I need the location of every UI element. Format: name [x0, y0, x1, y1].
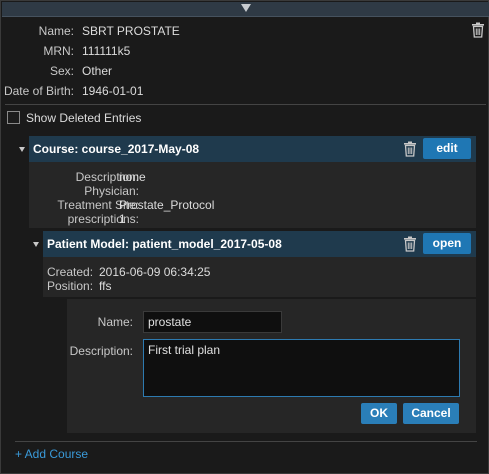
- triangle-down-icon[interactable]: [33, 242, 39, 247]
- patient-dob-label: Date of Birth:: [3, 84, 74, 98]
- patient-sex-value: Other: [82, 64, 113, 78]
- trash-icon[interactable]: [403, 236, 417, 252]
- plan-description-label: Description:: [69, 344, 133, 358]
- patient-dob-value: 1946-01-01: [82, 84, 144, 98]
- patient-model-position-label: Position:: [47, 279, 94, 293]
- course-header[interactable]: Course: course_2017-May-08 edit: [29, 136, 476, 162]
- patient-model-header[interactable]: Patient Model: patient_model_2017-05-08 …: [43, 231, 476, 257]
- show-deleted-label[interactable]: Show Deleted Entries: [26, 110, 141, 126]
- course-title: Course: course_2017-May-08: [33, 142, 200, 156]
- cancel-button[interactable]: Cancel: [403, 403, 459, 424]
- patient-model-details: Created: 2016-06-09 06:34:25 Position: f…: [43, 257, 476, 297]
- ok-button[interactable]: OK: [361, 403, 397, 424]
- plan-name-input[interactable]: prostate: [143, 311, 282, 333]
- patient-mrn-label: MRN:: [43, 44, 74, 58]
- patient-mrn-row: MRN: 111111k5: [1, 43, 489, 59]
- course-details: Description: none Physician: Treatment S…: [29, 162, 476, 228]
- trash-icon[interactable]: [471, 22, 485, 38]
- patient-name-label: Name:: [38, 24, 74, 38]
- patient-name-row: Name: SBRT PROSTATE: [1, 23, 489, 39]
- patient-sex-row: Sex: Other: [1, 63, 489, 79]
- patient-name-value: SBRT PROSTATE: [82, 24, 180, 38]
- add-course-link[interactable]: + Add Course: [15, 447, 88, 461]
- patient-panel: Name: SBRT PROSTATE MRN: 111111k5 Sex: O…: [0, 0, 489, 474]
- trash-icon[interactable]: [403, 141, 417, 157]
- course-prescriptions-label: prescriptions:: [67, 212, 139, 226]
- plan-description-textarea[interactable]: First trial plan: [143, 339, 460, 397]
- course-physician-label: Physician:: [84, 184, 139, 198]
- patient-model-created-label: Created:: [47, 265, 94, 279]
- plan-name-label: Name:: [97, 315, 133, 329]
- patient-model-created-value: 2016-06-09 06:34:25: [99, 265, 211, 279]
- course-site-value: Prostate_Protocol: [119, 198, 215, 212]
- patient-dob-row: Date of Birth: 1946-01-01: [1, 83, 489, 99]
- divider: [5, 104, 486, 105]
- show-deleted-checkbox[interactable]: [7, 111, 20, 124]
- patient-model-title: Patient Model: patient_model_2017-05-08: [47, 237, 282, 251]
- patient-mrn-value: 111111k5: [82, 44, 131, 58]
- course-prescriptions-value: 1: [119, 212, 126, 226]
- patient-sex-label: Sex:: [49, 64, 74, 78]
- course-description-value: none: [119, 170, 146, 184]
- open-patient-model-button[interactable]: open: [423, 233, 471, 254]
- chevron-down-icon[interactable]: [241, 4, 251, 12]
- divider: [15, 441, 477, 442]
- edit-course-button[interactable]: edit: [423, 138, 471, 159]
- collapse-bar[interactable]: [2, 2, 489, 17]
- triangle-down-icon[interactable]: [19, 147, 25, 152]
- plan-form: Name: prostate Description: First trial …: [67, 299, 476, 433]
- patient-model-position-value: ffs: [99, 279, 112, 293]
